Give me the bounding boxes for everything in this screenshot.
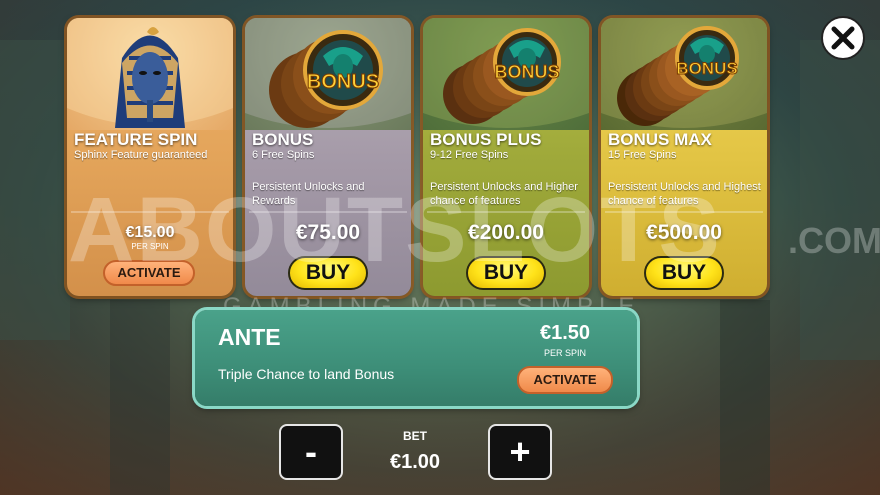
ante-per-spin-label: PER SPIN	[543, 348, 586, 358]
card-subtitle: 15 Free Spins	[608, 149, 677, 161]
card-price: €200.00	[468, 221, 544, 244]
temple-pillar-lower-left	[110, 300, 170, 495]
coin-text: BONUS	[676, 59, 737, 78]
card-image-area: BONUS	[245, 18, 411, 130]
card-title: BONUS MAX	[608, 130, 712, 149]
ante-title: ANTE	[218, 324, 281, 350]
card-subtitle: 6 Free Spins	[252, 149, 315, 161]
card-divider	[427, 211, 585, 213]
close-icon	[831, 26, 855, 50]
bet-value: €1.00	[389, 451, 441, 473]
card-description: Persistent Unlocks and Highest chance of…	[608, 181, 761, 207]
temple-pillar-right	[800, 40, 880, 360]
bonus-coin-icon: BONUS	[245, 18, 411, 128]
bonus-coin-icon: BONUS	[601, 18, 767, 128]
buy-button[interactable]: BUY	[644, 256, 724, 290]
card-divider	[249, 211, 407, 213]
card-title: BONUS	[252, 130, 314, 149]
ante-description: Triple Chance to land Bonus	[218, 366, 395, 382]
buy-button[interactable]: BUY	[466, 256, 546, 290]
card-price: €15.00	[125, 224, 175, 241]
plus-icon: +	[509, 431, 531, 472]
bet-increase-button[interactable]: +	[488, 424, 552, 480]
sphinx-icon	[67, 18, 233, 128]
card-description: Persistent Unlocks and Rewards	[252, 181, 365, 207]
card-feature-spin: FEATURE SPIN Sphinx Feature guaranteed €…	[67, 18, 233, 296]
close-button[interactable]	[821, 16, 865, 60]
buy-button[interactable]: BUY	[288, 256, 368, 290]
card-title: BONUS PLUS	[430, 130, 542, 149]
coin-text: BONUS	[494, 62, 559, 82]
card-price: €500.00	[646, 221, 722, 244]
card-per-spin-label: PER SPIN	[131, 242, 169, 251]
card-subtitle: 9-12 Free Spins	[430, 149, 509, 161]
activate-button[interactable]: ACTIVATE	[103, 260, 195, 286]
card-bonus-plus: BONUS BONUS PLUS 9-12 Free Spins Persist…	[423, 18, 589, 296]
bet-decrease-button[interactable]: -	[279, 424, 343, 480]
ante-activate-button[interactable]: ACTIVATE	[517, 366, 613, 394]
temple-pillar-lower-right	[720, 300, 770, 495]
card-bonus: BONUS BONUS 6 Free Spins Persistent Unlo…	[245, 18, 411, 296]
temple-pillar-left	[0, 40, 70, 340]
card-divider	[605, 211, 763, 213]
card-divider	[71, 211, 229, 213]
bet-label: BET	[403, 429, 427, 443]
card-image-area	[67, 18, 233, 130]
card-bonus-max: BONUS BONUS MAX 15 Free Spins Persistent…	[601, 18, 767, 296]
card-subtitle: Sphinx Feature guaranteed	[74, 149, 208, 161]
bonus-coin-icon: BONUS	[423, 18, 589, 128]
card-price: €75.00	[295, 221, 361, 244]
ante-price: €1.50	[539, 322, 591, 344]
card-image-area: BONUS	[423, 18, 589, 130]
card-description: Persistent Unlocks and Higher chance of …	[430, 181, 578, 207]
card-title: FEATURE SPIN	[74, 130, 198, 149]
card-image-area: BONUS	[601, 18, 767, 130]
minus-icon: -	[305, 431, 317, 472]
ante-panel: ANTE Triple Chance to land Bonus €1.50 P…	[195, 310, 637, 406]
coin-text: BONUS	[307, 71, 379, 93]
